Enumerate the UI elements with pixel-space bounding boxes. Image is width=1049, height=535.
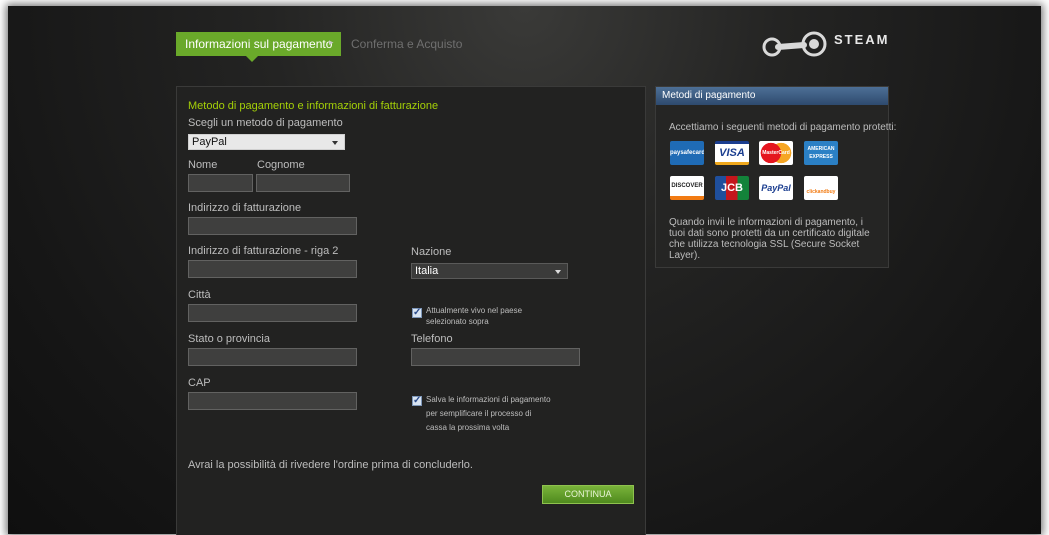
phone-field[interactable] [411, 348, 580, 366]
country-value: Italia [415, 265, 439, 277]
live-in-country-label: Attualmente vivo nel paese selezionato s… [426, 306, 523, 326]
first-name-field[interactable] [188, 174, 253, 192]
step-separator-icon: ▸ [329, 37, 334, 47]
payment-method-label: Scegli un metodo di pagamento [188, 117, 343, 129]
clickandbuy-icon: clickandbuy [804, 176, 838, 200]
mastercard-icon: MasterCard [759, 141, 793, 165]
city-field[interactable] [188, 304, 357, 322]
billing-address-label: Indirizzo di fatturazione [188, 202, 302, 214]
zip-field[interactable] [188, 392, 357, 410]
last-name-field[interactable] [256, 174, 350, 192]
review-note: Avrai la possibilità di rivedere l'ordin… [188, 459, 473, 471]
jcb-icon: JCB [715, 176, 749, 200]
payment-methods-footer: Quando invii le informazioni di pagament… [669, 217, 870, 261]
step-payment-info: Informazioni sul pagamento [176, 32, 342, 62]
first-name-label: Nome [188, 159, 218, 171]
chevron-down-icon [555, 270, 561, 274]
paysafecard-icon: paysafecard [670, 141, 704, 165]
phone-label: Telefono [411, 333, 453, 345]
step-confirm-purchase: Conferma e Acquisto [351, 37, 463, 51]
steam-wordmark: STEAM [834, 32, 890, 47]
visa-icon: VISA [715, 141, 749, 165]
amex-icon: AMERICAN EXPRESS [804, 141, 838, 165]
payment-method-value: PayPal [192, 136, 227, 148]
paypal-icon: PayPal [759, 176, 793, 200]
save-payment-info-checkbox[interactable]: ✓ [412, 396, 422, 406]
billing-address-field[interactable] [188, 217, 357, 235]
billing-address2-label: Indirizzo di fatturazione - riga 2 [188, 245, 339, 257]
zip-label: CAP [188, 377, 211, 389]
payment-methods-title: Metodi di pagamento [656, 87, 888, 105]
live-in-country-checkbox[interactable]: ✓ [412, 308, 422, 318]
state-field[interactable] [188, 348, 357, 366]
city-label: Città [188, 289, 211, 301]
state-label: Stato o provincia [188, 333, 270, 345]
section-title: Metodo di pagamento e informazioni di fa… [188, 100, 439, 112]
discover-icon: DISCOVER [670, 176, 704, 200]
continue-button[interactable]: CONTINUA [542, 485, 634, 504]
chevron-down-icon [332, 141, 338, 145]
save-payment-info-label: Salva le informazioni di pagamento per s… [426, 395, 551, 432]
country-select[interactable]: Italia [411, 263, 568, 279]
billing-address2-field[interactable] [188, 260, 357, 278]
payment-method-select[interactable]: PayPal [188, 134, 345, 150]
country-label: Nazione [411, 246, 452, 258]
payment-methods-intro: Accettiamo i seguenti metodi di pagament… [669, 122, 897, 133]
billing-form-panel: Metodo di pagamento e informazioni di fa… [176, 86, 646, 535]
last-name-label: Cognome [257, 159, 305, 171]
payment-methods-box: Metodi di pagamento Accettiamo i seguent… [655, 86, 896, 268]
